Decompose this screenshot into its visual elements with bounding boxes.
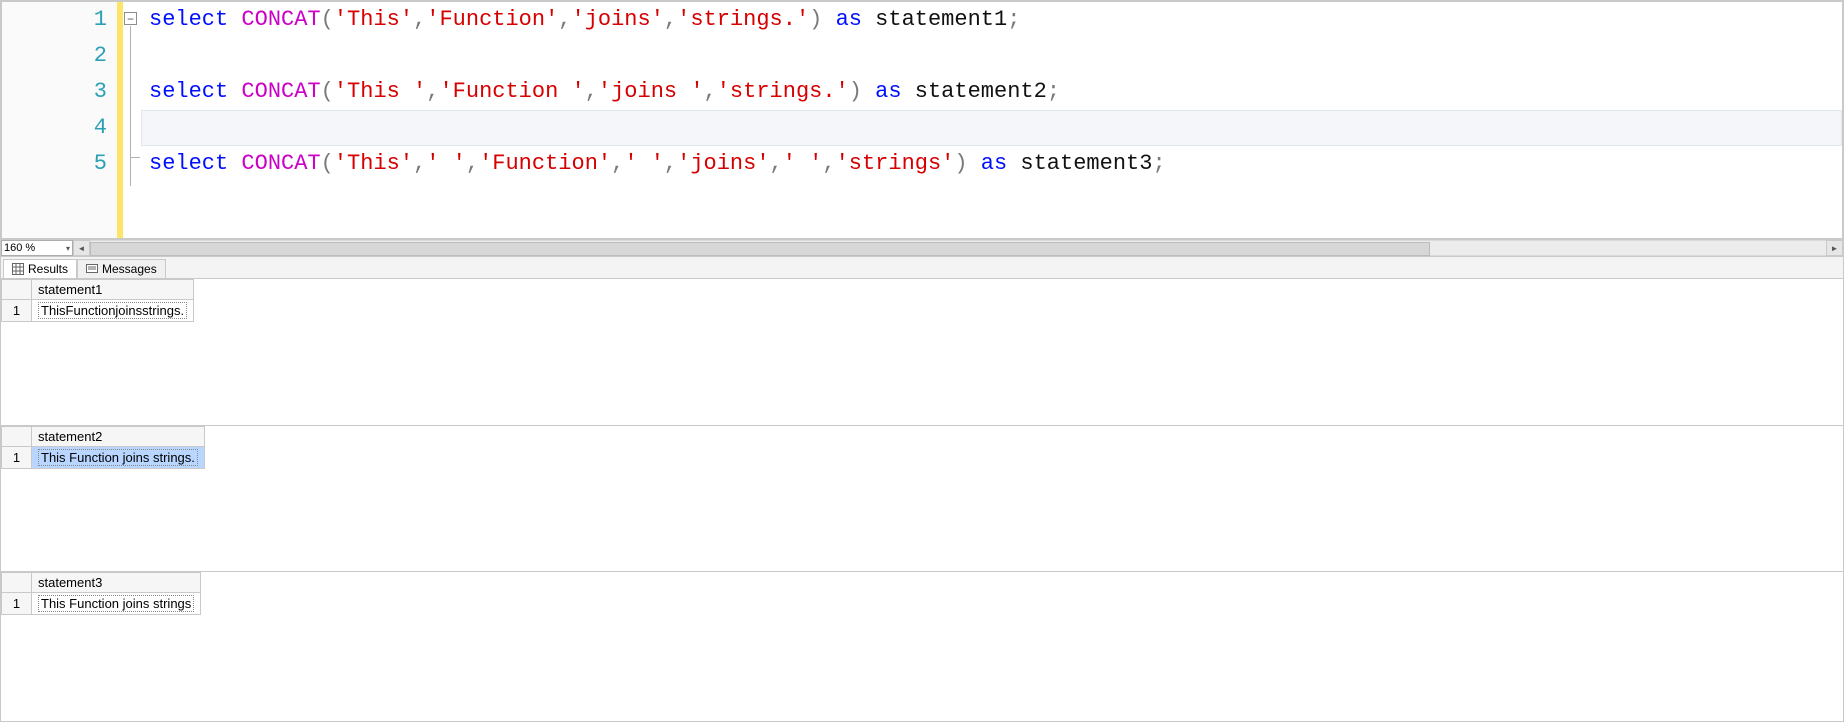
result-block: statement11 ThisFunctionjoinsstrings. (1, 279, 1843, 425)
row-number-cell[interactable]: 1 (2, 592, 32, 614)
result-cell[interactable]: This Function joins strings (32, 592, 201, 614)
fold-column: − (123, 2, 141, 238)
column-header[interactable]: statement2 (32, 426, 205, 446)
fold-guide-line (130, 26, 131, 186)
tab-results[interactable]: Results (3, 259, 77, 278)
line-number: 2 (2, 38, 117, 74)
horizontal-scrollbar[interactable]: ◄ ► (73, 240, 1843, 256)
messages-icon (86, 263, 98, 275)
fold-guide-end (130, 157, 140, 158)
dropdown-arrow-icon: ▾ (66, 244, 70, 253)
table-row[interactable]: 1 This Function joins strings (2, 592, 201, 614)
scroll-right-button[interactable]: ► (1826, 240, 1843, 256)
sql-editor[interactable]: 12345 − select CONCAT('This','Function',… (1, 1, 1843, 239)
editor-footer-bar: 160 % ▾ ◄ ► (1, 239, 1843, 256)
results-grid[interactable]: statement21 This Function joins strings. (1, 426, 205, 469)
tab-messages-label: Messages (102, 262, 157, 276)
results-grid[interactable]: statement31 This Function joins strings (1, 572, 201, 615)
line-number-gutter: 12345 (2, 2, 117, 238)
table-row[interactable]: 1 ThisFunctionjoinsstrings. (2, 300, 194, 322)
scroll-thumb[interactable] (90, 242, 1430, 256)
results-tabbar: Results Messages (1, 256, 1843, 278)
table-row[interactable]: 1 This Function joins strings. (2, 446, 205, 468)
zoom-value: 160 % (4, 242, 35, 254)
tab-messages[interactable]: Messages (77, 259, 166, 278)
column-header[interactable]: statement3 (32, 572, 201, 592)
result-block: statement21 This Function joins strings. (1, 425, 1843, 571)
tab-results-label: Results (28, 262, 68, 276)
code-line[interactable]: select CONCAT('This','Function','joins',… (141, 2, 1842, 38)
row-number-cell[interactable]: 1 (2, 300, 32, 322)
scroll-left-button[interactable]: ◄ (73, 240, 90, 256)
code-line[interactable] (141, 110, 1842, 146)
line-number: 3 (2, 74, 117, 110)
code-line[interactable]: select CONCAT('This',' ','Function',' ',… (141, 146, 1842, 182)
row-number-header (2, 426, 32, 446)
app-root: 12345 − select CONCAT('This','Function',… (0, 0, 1844, 722)
result-block: statement31 This Function joins strings (1, 571, 1843, 717)
fold-toggle-icon[interactable]: − (124, 12, 137, 25)
result-cell[interactable]: ThisFunctionjoinsstrings. (32, 300, 194, 322)
results-pane: statement11ThisFunctionjoinsstrings.stat… (1, 278, 1843, 721)
code-line[interactable] (141, 38, 1842, 74)
row-number-header (2, 280, 32, 300)
scroll-track[interactable] (90, 240, 1826, 256)
zoom-select[interactable]: 160 % ▾ (1, 240, 73, 256)
grid-icon (12, 263, 24, 275)
row-number-header (2, 572, 32, 592)
line-number: 5 (2, 146, 117, 182)
column-header[interactable]: statement1 (32, 280, 194, 300)
row-number-cell[interactable]: 1 (2, 446, 32, 468)
result-cell[interactable]: This Function joins strings. (32, 446, 205, 468)
results-grid[interactable]: statement11 ThisFunctionjoinsstrings. (1, 279, 194, 322)
line-number: 1 (2, 2, 117, 38)
result-cell-value: This Function joins strings. (38, 449, 198, 466)
result-cell-value: This Function joins strings (38, 595, 194, 612)
line-number: 4 (2, 110, 117, 146)
result-cell-value: ThisFunctionjoinsstrings. (38, 302, 187, 319)
code-line[interactable]: select CONCAT('This ','Function ','joins… (141, 74, 1842, 110)
code-area[interactable]: select CONCAT('This','Function','joins',… (141, 2, 1842, 238)
